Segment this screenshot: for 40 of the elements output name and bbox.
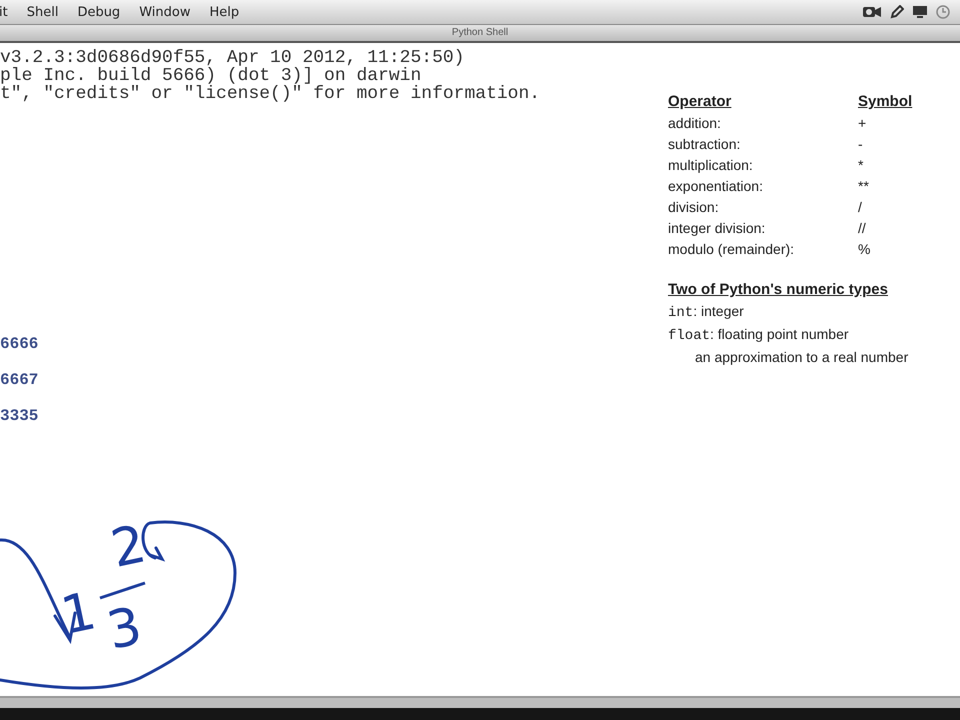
result-value: 3335: [0, 407, 40, 425]
operator-name: multiplication:: [668, 157, 754, 173]
result-value: 6666: [0, 335, 40, 353]
menu-item[interactable]: Debug: [77, 4, 120, 20]
operator-name: subtraction:: [668, 136, 742, 152]
column-header: Symbol: [858, 93, 914, 110]
clock-icon[interactable]: [936, 5, 950, 19]
handwritten-digit: 1: [56, 585, 100, 643]
menu-item[interactable]: Shell: [26, 4, 58, 20]
operator-symbol: /: [858, 199, 863, 215]
shell-output-line: v3.2.3:3d0686d90f55, Apr 10 2012, 11:25:50): [0, 49, 466, 67]
window-title: Python Shell: [0, 25, 960, 43]
shell-output-line: t", "credits" or "license()" for more information.: [0, 85, 542, 103]
camera-icon[interactable]: [862, 5, 882, 19]
pen-icon[interactable]: [890, 5, 904, 19]
shell-output-line: ple Inc. build 5666) (dot 3)] on darwin: [0, 67, 422, 85]
menu-item[interactable]: Window: [139, 4, 190, 20]
type-note: an approximation to a real number: [694, 349, 910, 365]
operator-symbol: +: [858, 115, 868, 131]
menu-item[interactable]: Help: [209, 4, 240, 20]
operator-symbol: **: [858, 178, 870, 194]
operator-name: integer division:: [668, 220, 766, 236]
result-value: 6667: [0, 371, 40, 389]
handwritten-digit: 3: [102, 600, 146, 658]
column-header: Operator: [668, 93, 732, 110]
operator-name: exponentiation:: [668, 178, 764, 194]
operator-symbol: *: [858, 157, 864, 173]
menu-item[interactable]: it: [0, 4, 8, 20]
section-heading: Two of Python's numeric types: [668, 281, 889, 298]
operator-name: division:: [668, 199, 720, 215]
operator-symbol: %: [858, 241, 872, 257]
type-description: float: floating point number: [668, 326, 850, 344]
type-description: int: integer: [668, 303, 745, 321]
operator-symbol: -: [858, 136, 864, 152]
operator-name: modulo (remainder):: [668, 241, 796, 257]
operator-symbol: //: [858, 220, 867, 236]
monitor-icon[interactable]: [912, 5, 928, 19]
operator-name: addition:: [668, 115, 722, 131]
handwritten-digit: 2: [106, 518, 150, 576]
fraction-line: [100, 582, 146, 600]
